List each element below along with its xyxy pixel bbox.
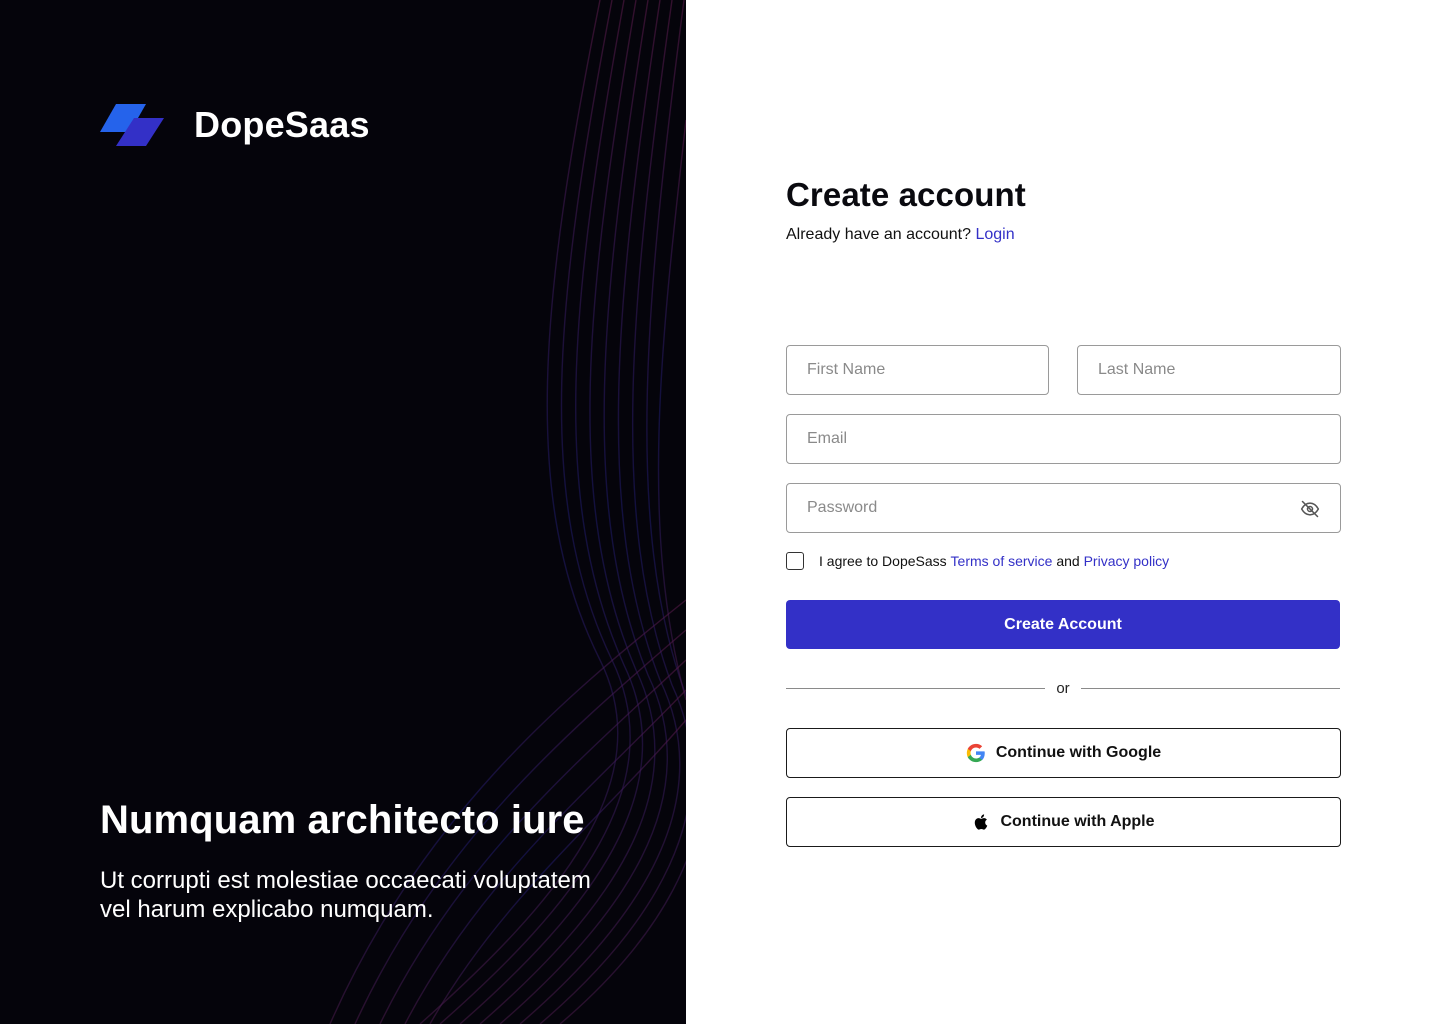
last-name-field[interactable] [1077, 345, 1341, 395]
eye-off-icon[interactable] [1300, 499, 1320, 519]
create-account-button[interactable]: Create Account [786, 600, 1340, 649]
hero-subtitle: Ut corrupti est molestiae occaecati volu… [100, 867, 591, 923]
password-field[interactable] [786, 483, 1341, 533]
brand-name: DopeSaas [194, 104, 370, 145]
divider-text: or [1056, 679, 1070, 697]
or-divider: or [786, 678, 1340, 698]
page-title: Create account [786, 176, 1026, 213]
apple-signin-button[interactable]: Continue with Apple [786, 797, 1341, 847]
first-name-field[interactable] [786, 345, 1049, 395]
email-input[interactable] [787, 415, 1340, 463]
apple-button-label: Continue with Apple [1000, 813, 1155, 830]
agree-and-text: and [1056, 553, 1080, 569]
terms-link[interactable]: Terms of service [951, 553, 1053, 569]
signup-form: Create account Already have an account? … [786, 176, 1341, 847]
login-link[interactable]: Login [975, 226, 1014, 243]
brand-logo[interactable]: DopeSaas [100, 100, 370, 150]
google-button-label: Continue with Google [995, 744, 1162, 761]
hero-title: Numquam architecto iure [100, 798, 585, 842]
google-icon [966, 743, 985, 763]
password-input[interactable] [787, 484, 1340, 532]
apple-icon [975, 814, 988, 830]
privacy-link[interactable]: Privacy policy [1084, 553, 1170, 569]
brand-panel: DopeSaas Numquam architecto iure Ut corr… [0, 0, 686, 1024]
terms-checkbox[interactable] [786, 552, 804, 570]
terms-agreement: I agree to DopeSass Terms of service and… [786, 552, 1169, 570]
divider-line-left [786, 687, 1046, 689]
google-signin-button[interactable]: Continue with Google [786, 728, 1341, 778]
divider-line-right [1080, 687, 1340, 689]
first-name-input[interactable] [787, 346, 1048, 394]
last-name-input[interactable] [1078, 346, 1340, 394]
login-prompt: Already have an account? Login [786, 226, 1015, 244]
logo-mark-icon [100, 104, 164, 146]
agree-prefix-text: I agree to DopeSass [819, 553, 947, 569]
email-field[interactable] [786, 414, 1341, 464]
login-prompt-text: Already have an account? [786, 226, 972, 243]
